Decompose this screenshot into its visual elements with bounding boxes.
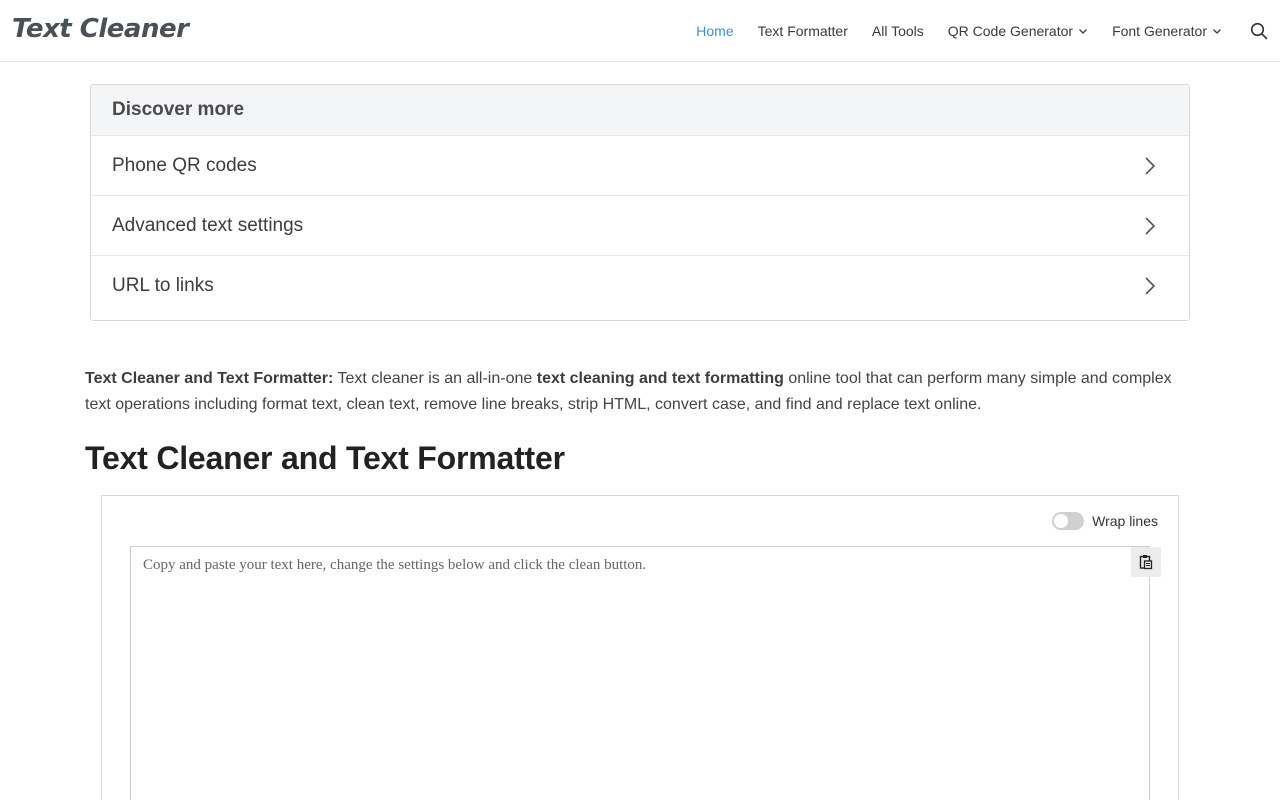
site-header: Text Cleaner Home Text Formatter All Too… (0, 0, 1280, 62)
nav-qr-code-generator[interactable]: QR Code Generator (948, 23, 1088, 39)
search-icon[interactable] (1250, 22, 1268, 40)
nav-text-formatter-label: Text Formatter (757, 23, 848, 39)
page-title: Text Cleaner and Text Formatter (85, 440, 565, 476)
nav-text-formatter[interactable]: Text Formatter (758, 23, 848, 39)
paste-button[interactable] (1131, 547, 1161, 577)
nav-font-generator-label: Font Generator (1112, 23, 1207, 39)
intro-lead: Text Cleaner and Text Formatter: (85, 370, 334, 387)
wrap-lines-label: Wrap lines (1092, 513, 1158, 529)
discover-item-label: URL to links (112, 274, 214, 296)
discover-more-header: Discover more (91, 85, 1189, 135)
chevron-right-icon (1145, 276, 1156, 295)
discover-more-panel: Discover more Phone QR codes Advanced te… (90, 84, 1190, 321)
site-logo[interactable]: Text Cleaner (12, 14, 189, 44)
main-nav: Home Text Formatter All Tools QR Code Ge… (696, 0, 1280, 62)
nav-qr-code-generator-label: QR Code Generator (947, 23, 1074, 39)
discover-item-advanced-text-settings[interactable]: Advanced text settings (91, 195, 1189, 255)
wrap-lines-toggle[interactable]: Wrap lines (1052, 512, 1158, 530)
discover-item-url-to-links[interactable]: URL to links (91, 255, 1189, 315)
nav-all-tools-label: All Tools (871, 23, 924, 39)
chevron-right-icon (1145, 216, 1156, 235)
chevron-right-icon (1145, 156, 1156, 175)
intro-paragraph: Text Cleaner and Text Formatter: Text cl… (85, 366, 1195, 418)
chevron-down-icon (1079, 29, 1088, 34)
intro-bold: text cleaning and text formatting (536, 370, 784, 387)
discover-more-title: Discover more (112, 99, 245, 120)
nav-home-label: Home (696, 23, 734, 39)
nav-font-generator[interactable]: Font Generator (1112, 23, 1222, 39)
text-input[interactable] (131, 547, 1149, 800)
text-input-container (130, 546, 1161, 800)
chevron-down-icon (1213, 29, 1221, 34)
discover-item-phone-qr-codes[interactable]: Phone QR codes (91, 135, 1189, 195)
intro-text-1: Text cleaner is an all-in-one (333, 370, 537, 387)
switch-knob (1054, 514, 1069, 528)
text-cleaner-tool: Wrap lines (101, 495, 1179, 800)
nav-all-tools[interactable]: All Tools (872, 23, 924, 39)
discover-item-label: Phone QR codes (112, 154, 257, 176)
discover-item-label: Advanced text settings (112, 214, 304, 236)
wrap-lines-switch[interactable] (1052, 512, 1085, 530)
nav-home[interactable]: Home (696, 23, 733, 39)
paste-icon (1139, 555, 1153, 570)
